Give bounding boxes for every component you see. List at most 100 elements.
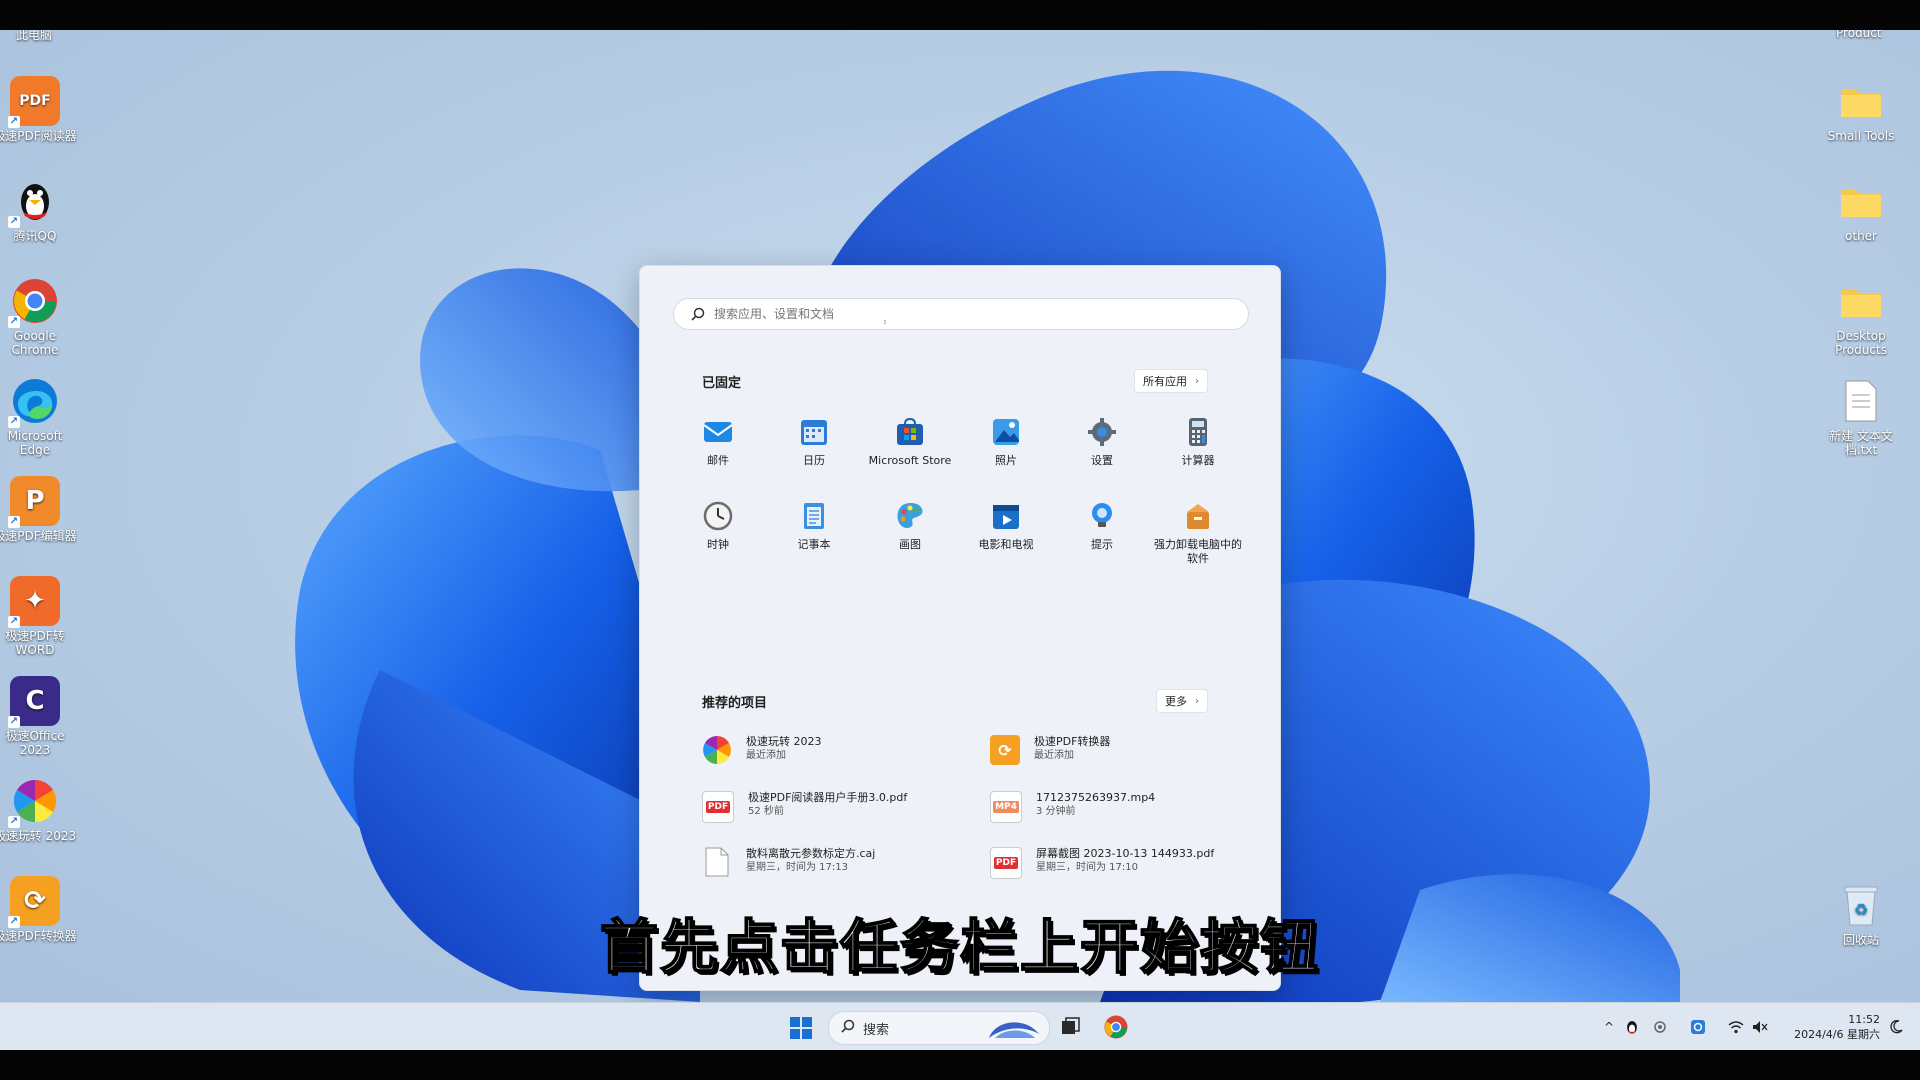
pinned-app-calculator[interactable]: 计算器 xyxy=(1150,416,1246,468)
pinned-app-label: 电影和电视 xyxy=(978,538,1034,551)
app-tray-icon xyxy=(1691,1020,1705,1034)
calendar-icon xyxy=(798,416,830,448)
taskbar-clock[interactable]: 11:52 2024/4/6 星期六 xyxy=(1780,1012,1880,1042)
pinned-app-notepad[interactable]: 记事本 xyxy=(766,500,862,552)
desktop-icon-label: Desktop Products xyxy=(1835,329,1887,357)
paint-icon xyxy=(894,500,926,532)
store-icon xyxy=(894,416,926,448)
recommended-item-name: 极速PDF阅读器用户手册3.0.pdf xyxy=(748,791,908,804)
taskbar-chrome-button[interactable] xyxy=(1104,1015,1128,1039)
desktop-icon-small-tools[interactable]: Small Tools xyxy=(1818,76,1904,143)
chrome-icon: ↗ xyxy=(8,276,60,328)
network-button[interactable] xyxy=(1726,1015,1746,1039)
recommended-item-time: 52 秒前 xyxy=(748,806,784,817)
pdf-to-word-icon: ✦ ↗ xyxy=(8,576,60,628)
desktop-icon-qq[interactable]: ↗ 腾讯QQ xyxy=(0,176,78,243)
start-search-box[interactable] xyxy=(673,298,1249,330)
taskbar-search-box[interactable]: 搜索 xyxy=(828,1011,1050,1045)
chevron-up-icon: ^ xyxy=(1603,1020,1615,1034)
folder-icon xyxy=(1836,276,1886,326)
pinned-app-store[interactable]: Microsoft Store xyxy=(862,416,958,468)
tray-qq-button[interactable] xyxy=(1622,1015,1642,1039)
all-apps-label: 所有应用 xyxy=(1143,375,1187,388)
all-apps-button[interactable]: 所有应用 › xyxy=(1134,369,1208,393)
desktop-icon-edge[interactable]: ↗ Microsoft Edge xyxy=(0,376,78,457)
desktop-icon-label: 极速PDF编辑器 xyxy=(0,529,77,543)
recommended-title: 推荐的项目 xyxy=(702,696,768,711)
mp4-file-icon: MP4 xyxy=(990,791,1022,823)
recommended-item[interactable]: PDF 极速PDF阅读器用户手册3.0.pdf 52 秒前 xyxy=(702,791,952,823)
pinned-app-clock[interactable]: 时钟 xyxy=(670,500,766,552)
video-subtitle: 首先点击任务栏上开始按钮 xyxy=(599,912,1320,982)
desktop-icon-pinwheel[interactable]: ↗ 极速玩转 2023 xyxy=(0,776,78,843)
show-hidden-icons-button[interactable]: ^ xyxy=(1600,1015,1618,1039)
pinwheel-icon xyxy=(702,735,732,765)
pinned-app-mail[interactable]: 邮件 xyxy=(670,416,766,468)
moon-icon xyxy=(1890,1020,1903,1034)
search-icon xyxy=(684,307,712,321)
recommended-item[interactable]: 极速玩转 2023 最近添加 xyxy=(702,735,952,765)
recommended-item-time: 最近添加 xyxy=(1034,750,1074,761)
desktop-icon-pdf-editor[interactable]: P ↗ 极速PDF编辑器 xyxy=(0,476,78,543)
desktop-icon-desktop-products[interactable]: Desktop Products xyxy=(1818,276,1904,357)
volume-button[interactable] xyxy=(1750,1015,1770,1039)
clock-icon xyxy=(702,500,734,532)
desktop-icon-other[interactable]: other xyxy=(1818,176,1904,243)
uninstall-icon xyxy=(1182,500,1214,532)
desktop-icon-pdf-to-word[interactable]: ✦ ↗ 极速PDF转WORD xyxy=(0,576,78,657)
file-icon xyxy=(702,847,732,877)
task-view-button[interactable] xyxy=(1058,1015,1082,1039)
settings-tray-icon xyxy=(1654,1021,1666,1033)
pinned-app-label: 提示 xyxy=(1091,538,1113,551)
chevron-right-icon: › xyxy=(1195,695,1199,707)
pinned-app-label: 记事本 xyxy=(797,538,831,551)
recommended-item[interactable]: 散料离散元参数标定方.caj 星期三，时间为 17:13 xyxy=(702,847,952,877)
pinned-app-photos[interactable]: 照片 xyxy=(958,416,1054,468)
pinned-app-tips[interactable]: 提示 xyxy=(1054,500,1150,552)
pinned-app-settings[interactable]: 设置 xyxy=(1054,416,1150,468)
desktop-icon-text-file[interactable]: 新建 文本文档.txt xyxy=(1818,376,1904,457)
pinned-app-movies[interactable]: 电影和电视 xyxy=(958,500,1054,552)
pinned-app-calendar[interactable]: 日历 xyxy=(766,416,862,468)
pinned-app-paint[interactable]: 画图 xyxy=(862,500,958,552)
letterbox-bottom xyxy=(0,1050,1920,1080)
volume-muted-icon xyxy=(1753,1021,1768,1033)
pdf-file-icon: PDF xyxy=(990,847,1022,879)
desktop-icon-office[interactable]: C ↗ 极速Office 2023 xyxy=(0,676,78,757)
recommended-item[interactable]: MP4 1712375263937.mp4 3 分钟前 xyxy=(990,791,1240,823)
recommended-item-name: 极速PDF转换器 xyxy=(1034,735,1111,748)
recommended-item[interactable]: ⟳ 极速PDF转换器 最近添加 xyxy=(990,735,1240,765)
pinned-app-uninstaller[interactable]: 强力卸载电脑中的软件 xyxy=(1150,500,1246,566)
desktop-icon-pdf-reader[interactable]: PDF ↗ 极速PDF阅读器 xyxy=(0,76,78,143)
pinned-app-label: 邮件 xyxy=(707,454,729,467)
edge-icon: ↗ xyxy=(8,376,60,428)
start-search-input[interactable] xyxy=(712,306,1216,322)
taskbar-search-label: 搜索 xyxy=(863,1022,890,1038)
qq-penguin-icon xyxy=(1627,1021,1637,1034)
tray-input-button[interactable] xyxy=(1650,1015,1670,1039)
recommended-item-time: 最近添加 xyxy=(746,750,786,761)
gear-icon xyxy=(1086,416,1118,448)
desktop-icon-label: Microsoft Edge xyxy=(7,429,63,457)
desktop-icon-label: Small Tools xyxy=(1827,129,1895,143)
start-menu[interactable]: 已固定 所有应用 › 邮件 日历 Microsoft Store 照片 xyxy=(639,265,1281,991)
desktop[interactable]: 此电脑 Product PDF ↗ 极速PDF阅读器 ↗ 腾讯QQ ↗ Googl… xyxy=(0,30,1920,1002)
windows-logo-icon xyxy=(790,1017,812,1039)
more-button[interactable]: 更多 › xyxy=(1156,689,1208,713)
desktop-icon-label: other xyxy=(1845,229,1877,243)
recommended-item-name: 1712375263937.mp4 xyxy=(1036,791,1156,804)
wifi-icon xyxy=(1728,1021,1744,1034)
movies-icon xyxy=(990,500,1022,532)
search-icon xyxy=(841,1019,855,1037)
start-button[interactable] xyxy=(790,1017,812,1039)
pinned-app-label: 日历 xyxy=(803,454,825,467)
clock-time: 11:52 xyxy=(1848,1013,1880,1026)
desktop-icon-label-cut: Product xyxy=(1836,30,1882,40)
notification-button[interactable] xyxy=(1886,1015,1906,1039)
desktop-icon-chrome[interactable]: ↗ Google Chrome xyxy=(0,276,78,357)
tray-app-button[interactable] xyxy=(1688,1015,1708,1039)
taskbar: 搜索 ^ 11:52 2024/4/6 星期六 xyxy=(0,1002,1920,1051)
text-cursor-icon xyxy=(884,320,886,324)
recommended-item[interactable]: PDF 屏幕截图 2023-10-13 144933.pdf 星期三，时间为 1… xyxy=(990,847,1240,879)
pdf-editor-icon: P ↗ xyxy=(8,476,60,528)
